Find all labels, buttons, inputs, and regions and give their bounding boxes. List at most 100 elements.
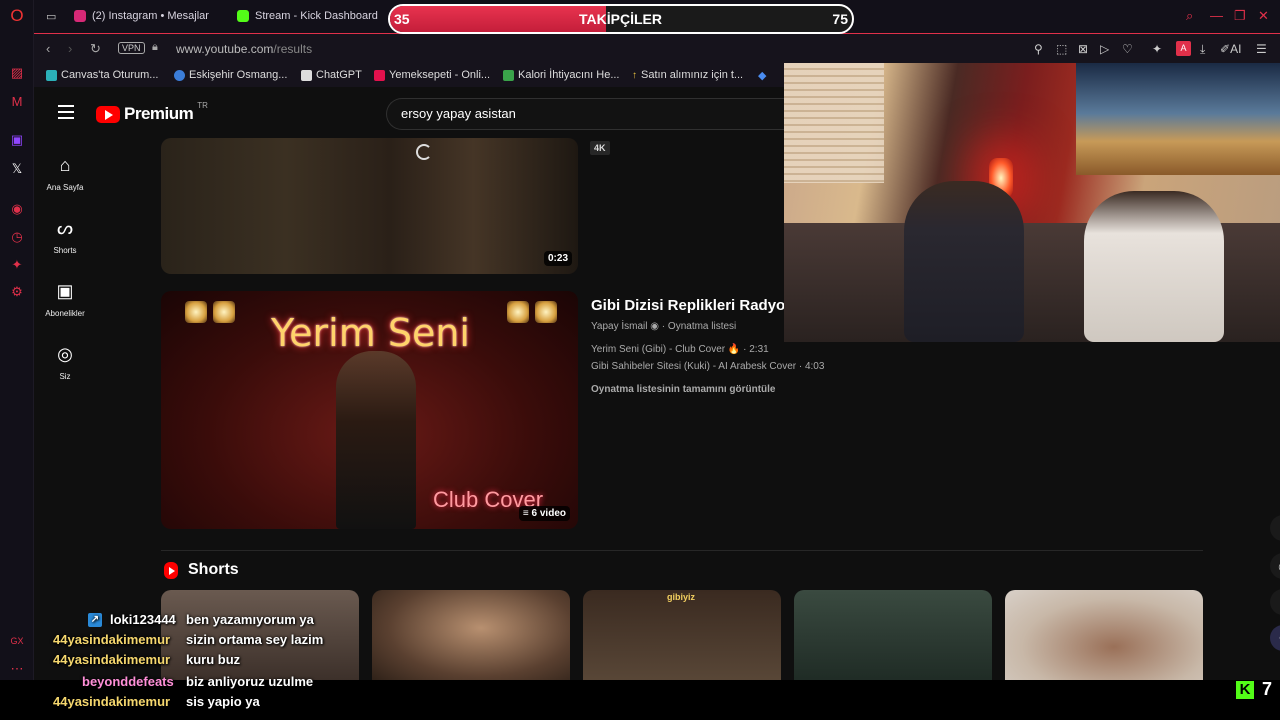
url-field[interactable]: www.youtube.com/results	[176, 42, 312, 56]
follower-progress-fill	[390, 6, 606, 32]
more-icon[interactable]: ⋯	[8, 660, 26, 678]
search-input[interactable]: ersoy yapay asistan	[386, 98, 806, 130]
thumbnail-figure	[336, 351, 416, 529]
screen: O ▨ M ▣ 𝕏 ◉ ◷ ✦ ⚙ GX ⋯ ▭ (2) Instagram •…	[0, 0, 1280, 720]
gx-corner-icon[interactable]: ▨	[8, 64, 26, 82]
history-icon[interactable]: ◷	[8, 228, 26, 246]
search-tabs-icon[interactable]: ⌕	[1186, 8, 1193, 24]
view-full-playlist-link[interactable]: Oynatma listesinin tamamını görüntüle	[591, 384, 775, 395]
bookmark-label: ChatGPT	[316, 69, 362, 81]
gx-control-label[interactable]: GX	[8, 632, 26, 650]
shorts-title: Shorts	[188, 561, 239, 578]
minimize-button[interactable]: —	[1210, 8, 1223, 23]
twitch-icon[interactable]: ▣	[8, 131, 26, 149]
shorts-heading: Shorts	[164, 561, 239, 579]
playlist-item[interactable]: Gibi Sahibeler Sitesi (Kuki) - AI Arabes…	[591, 361, 824, 372]
bookmark-item[interactable]: Eskişehir Osmang...	[174, 69, 287, 81]
bookmark-label: Canvas'ta Oturum...	[61, 69, 159, 81]
loading-spinner-icon	[416, 144, 432, 160]
stage-light-icon	[535, 301, 557, 323]
reading-list-icon[interactable]: ▯	[1270, 515, 1280, 541]
extensions-icon[interactable]: ✦	[1152, 42, 1162, 56]
bookmark-favicon-icon: ◆	[758, 70, 767, 82]
tab-workspace[interactable]: ▭	[46, 6, 56, 26]
podcast-icon[interactable]: ◎	[1270, 553, 1280, 579]
window-blind	[784, 63, 884, 183]
instagram-icon	[74, 10, 86, 22]
address-bar: ‹ › ↻ VPN 🔒︎ www.youtube.com/results ⚲ ⬚…	[34, 33, 1280, 63]
short-thumbnail[interactable]: gibiyiz	[583, 590, 781, 680]
bookmark-item[interactable]: ↑ Satın alımınız için t...	[632, 69, 743, 81]
sidebar-item-label: Siz	[59, 372, 71, 381]
section-divider	[161, 550, 1203, 551]
youtube-logo[interactable]: Premium TR	[96, 101, 208, 124]
vpn-badge[interactable]: VPN	[118, 42, 145, 54]
short-thumbnail[interactable]	[1005, 590, 1203, 680]
bookmark-favicon-icon	[46, 69, 57, 81]
youtube-sidebar: ⌂ Ana Sayfa ᔕ Shorts ▣ Abonelikler ◎ Siz	[34, 139, 96, 680]
tab-kick[interactable]: Stream - Kick Dashboard	[237, 6, 378, 26]
apps-icon[interactable]: ⁘	[1270, 589, 1280, 615]
short-thumbnail[interactable]	[794, 590, 992, 680]
tab-instagram[interactable]: (2) Instagram • Mesajlar	[74, 6, 209, 26]
extensions-icon[interactable]: ✦	[8, 256, 26, 274]
streamer-left	[904, 181, 1024, 342]
tab-label: Stream - Kick Dashboard	[255, 10, 378, 22]
sidebar-item-home[interactable]: ⌂ Ana Sayfa	[34, 155, 96, 195]
menu-icon[interactable]: ☰	[1256, 42, 1267, 56]
bookmark-label: Satın alımınız için t...	[641, 69, 744, 81]
lock-icon[interactable]: 🔒︎	[152, 41, 158, 54]
chat-username: 44yasindakimemur	[53, 632, 171, 647]
stage-light-icon	[213, 301, 235, 323]
shorts-icon: ᔕ	[56, 218, 74, 238]
download-icon[interactable]: ⤓	[1200, 42, 1205, 57]
bookmark-label: Eskişehir Osmang...	[189, 69, 288, 81]
playlist-title[interactable]: Gibi Dizisi Replikleri Radyosu	[591, 297, 803, 314]
menu-icon[interactable]	[58, 105, 74, 119]
channel-name[interactable]: Yapay İsmail	[591, 321, 648, 332]
bookmark-favicon-icon	[174, 69, 185, 81]
opera-logo-icon[interactable]: O	[8, 6, 26, 25]
chat-text: kuru buz	[186, 652, 241, 667]
pin-icon[interactable]: ⚲	[1034, 42, 1043, 56]
webcam-overlay	[784, 63, 1280, 342]
sidebar-item-shorts[interactable]: ᔕ Shorts	[34, 218, 96, 258]
back-button[interactable]: ‹	[46, 41, 50, 56]
aria-ai-button[interactable]: ✐AI	[1220, 42, 1241, 56]
bookmark-item[interactable]: ◆	[758, 69, 766, 82]
kick-icon	[237, 10, 249, 22]
follower-target: 75	[832, 11, 848, 27]
sidebar-item-label: Shorts	[53, 246, 77, 255]
maximize-button[interactable]: ❐	[1234, 8, 1246, 24]
bookmark-item[interactable]: ChatGPT	[301, 69, 362, 81]
adblock-icon[interactable]: ⊠	[1078, 42, 1088, 56]
follower-current: 35	[394, 11, 410, 27]
playlist-thumbnail[interactable]: Yerim Seni Club Cover ≡ 6 video	[161, 291, 578, 529]
bookmark-item[interactable]: Kalori İhtiyacını He...	[503, 69, 620, 81]
bookmark-item[interactable]: Yemeksepeti - Onli...	[374, 69, 490, 81]
heart-icon[interactable]: ♡	[1122, 42, 1133, 56]
player-icon[interactable]: ◉	[8, 200, 26, 218]
sidebar-item-you[interactable]: ◎ Siz	[34, 344, 96, 384]
forward-button[interactable]: ›	[68, 41, 72, 56]
snapshot-icon[interactable]: ⬚	[1056, 42, 1067, 56]
short-thumbnail[interactable]	[372, 590, 570, 680]
follower-goal-bar: 35 TAKİPÇİLER 75	[388, 4, 854, 34]
bookmark-item[interactable]: Canvas'ta Oturum...	[46, 69, 158, 81]
url-path: /results	[273, 42, 313, 56]
sidebar-item-subscriptions[interactable]: ▣ Abonelikler	[34, 281, 96, 321]
x-icon[interactable]: 𝕏	[8, 160, 26, 178]
tab-label: (2) Instagram • Mesajlar	[92, 10, 209, 22]
close-button[interactable]: ✕	[1258, 8, 1269, 24]
url-host: www.youtube.com	[176, 42, 274, 56]
player-icon[interactable]: ▷	[1100, 42, 1109, 56]
discord-icon[interactable]: ☻	[1270, 625, 1280, 651]
settings-icon[interactable]: ⚙	[8, 283, 26, 301]
playlist-item[interactable]: Yerim Seni (Gibi) - Club Cover 🔥 · 2:31	[591, 344, 769, 355]
chat-text: sizin ortama sey lazim	[186, 632, 324, 647]
reload-button[interactable]: ↻	[90, 41, 101, 57]
gx-mail-icon[interactable]: M	[8, 92, 26, 110]
bookmark-favicon-icon: ↑	[632, 69, 637, 81]
avatar[interactable]: A	[1176, 41, 1191, 56]
video-thumbnail[interactable]: 0:23	[161, 138, 578, 274]
